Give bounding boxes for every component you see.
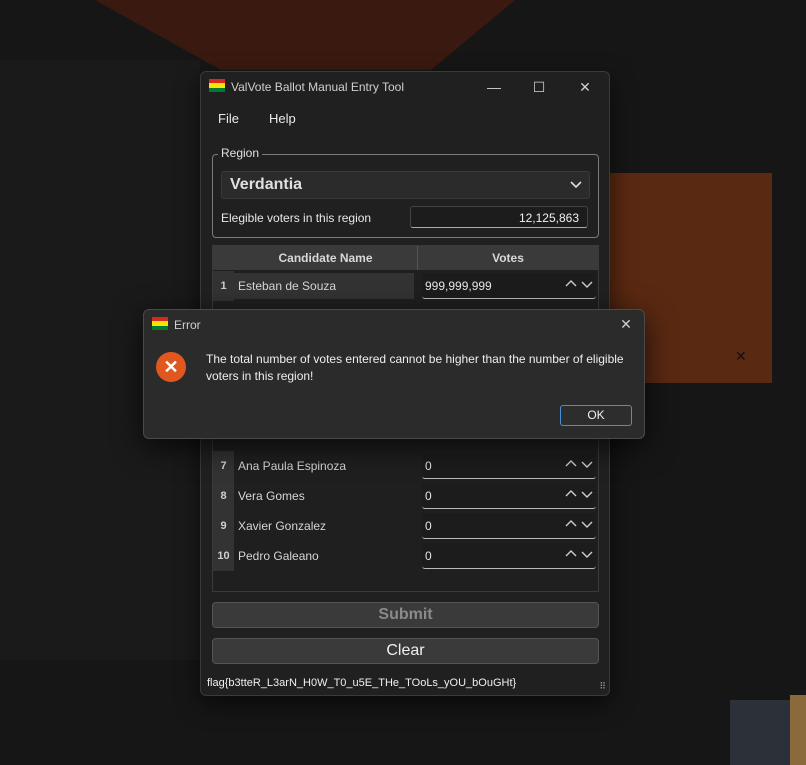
wallpaper-shape-corner bbox=[790, 695, 806, 765]
eligible-voters-label: Elegible voters in this region bbox=[221, 211, 372, 225]
menu-help[interactable]: Help bbox=[269, 111, 296, 126]
header-votes[interactable]: Votes bbox=[418, 246, 598, 270]
window-title: ValVote Ballot Manual Entry Tool bbox=[231, 80, 404, 94]
votes-value: 0 bbox=[425, 459, 432, 473]
title-bar[interactable]: ValVote Ballot Manual Entry Tool — ☐ ✕ bbox=[201, 72, 609, 102]
row-number: 9 bbox=[213, 511, 234, 541]
votes-spinbox[interactable]: 0 bbox=[422, 543, 596, 569]
candidate-name[interactable]: Vera Gomes bbox=[238, 489, 305, 503]
table-row: 9 Xavier Gonzalez 0 bbox=[213, 511, 598, 541]
chevron-down-icon[interactable] bbox=[581, 488, 593, 500]
chevron-up-icon[interactable] bbox=[565, 518, 577, 530]
chevron-up-icon[interactable] bbox=[565, 458, 577, 470]
close-icon[interactable]: ✕ bbox=[614, 314, 638, 334]
error-circle-icon: ✕ bbox=[156, 352, 186, 382]
region-group: Region Verdantia Elegible voters in this… bbox=[212, 146, 599, 238]
table-corner bbox=[213, 246, 234, 270]
error-message: The total number of votes entered cannot… bbox=[206, 352, 624, 383]
region-legend: Region bbox=[218, 146, 263, 160]
candidate-name[interactable]: Pedro Galeano bbox=[238, 549, 319, 563]
votes-spinbox[interactable]: 0 bbox=[422, 453, 596, 479]
chevron-down-icon[interactable] bbox=[581, 278, 593, 290]
candidate-name[interactable]: Xavier Gonzalez bbox=[238, 519, 326, 533]
candidate-name[interactable]: Ana Paula Espinoza bbox=[238, 459, 346, 473]
chevron-up-icon[interactable] bbox=[565, 548, 577, 560]
row-number: 8 bbox=[213, 481, 234, 511]
chevron-up-icon[interactable] bbox=[565, 278, 577, 290]
votes-value: 0 bbox=[425, 489, 432, 503]
chevron-up-icon[interactable] bbox=[565, 488, 577, 500]
close-icon[interactable]: ✕ bbox=[569, 76, 601, 98]
row-number: 1 bbox=[213, 271, 234, 301]
chevron-down-icon[interactable] bbox=[581, 518, 593, 530]
table-row: 1 Esteban de Souza 999,999,999 bbox=[213, 271, 598, 301]
minimize-icon[interactable]: — bbox=[478, 76, 510, 98]
eligible-voters-field: 12,125,863 bbox=[410, 206, 588, 228]
error-dialog: Error ✕ ✕ The total number of votes ente… bbox=[143, 309, 645, 439]
votes-spinbox[interactable]: 0 bbox=[422, 513, 596, 539]
region-dropdown[interactable]: Verdantia bbox=[221, 171, 590, 199]
bolivia-flag-icon bbox=[152, 317, 168, 330]
votes-value: 0 bbox=[425, 519, 432, 533]
chevron-down-icon bbox=[570, 181, 582, 189]
header-candidate-name[interactable]: Candidate Name bbox=[234, 246, 418, 270]
candidate-name[interactable]: Esteban de Souza bbox=[234, 273, 414, 299]
dialog-title: Error bbox=[174, 318, 201, 332]
votes-value: 999,999,999 bbox=[425, 279, 492, 293]
row-number: 7 bbox=[213, 451, 234, 481]
row-number: 10 bbox=[213, 541, 234, 571]
chevron-down-icon[interactable] bbox=[581, 548, 593, 560]
background-close-icon: ✕ bbox=[735, 348, 747, 364]
table-row: 8 Vera Gomes 0 bbox=[213, 481, 598, 511]
status-flag-text: flag{b3tteR_L3arN_H0W_T0_u5E_THe_TOoLs_y… bbox=[207, 677, 517, 689]
clear-button[interactable]: Clear bbox=[212, 638, 599, 664]
submit-button[interactable]: Submit bbox=[212, 602, 599, 628]
table-row: 10 Pedro Galeano 0 bbox=[213, 541, 598, 571]
votes-spinbox[interactable]: 999,999,999 bbox=[422, 273, 596, 299]
maximize-icon[interactable]: ☐ bbox=[523, 76, 555, 98]
wallpaper-shape-bottom bbox=[730, 700, 790, 765]
votes-value: 0 bbox=[425, 549, 432, 563]
chevron-down-icon[interactable] bbox=[581, 458, 593, 470]
resize-grip-icon[interactable]: ⠿ bbox=[599, 681, 606, 692]
menu-file[interactable]: File bbox=[218, 111, 239, 126]
ok-button[interactable]: OK bbox=[560, 405, 632, 426]
bolivia-flag-icon bbox=[209, 79, 225, 92]
votes-spinbox[interactable]: 0 bbox=[422, 483, 596, 509]
region-selected-value: Verdantia bbox=[230, 176, 303, 193]
table-row: 7 Ana Paula Espinoza 0 bbox=[213, 451, 598, 481]
